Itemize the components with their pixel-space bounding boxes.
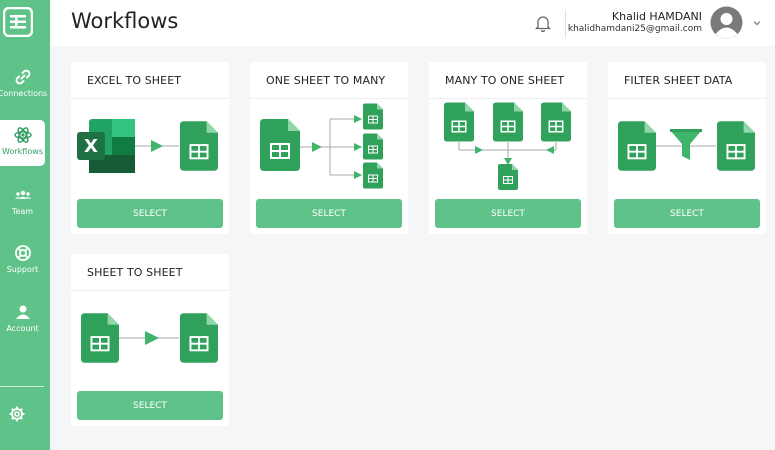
sidebar-item-label: Account [6,324,39,333]
user-name: Khalid HAMDANI [611,10,702,23]
card-divider [250,98,408,99]
select-button[interactable]: SELECT [256,199,402,228]
card-title: SHEET TO SHEET [87,266,183,279]
select-button[interactable]: SELECT [77,199,223,228]
google-sheet-icon [618,121,656,171]
google-sheet-icon [444,102,474,142]
select-button[interactable]: SELECT [77,391,223,420]
card-divider [71,98,229,99]
link-icon [15,69,30,85]
filter-funnel-icon [670,129,702,160]
google-sheet-icon [493,102,523,142]
card-title: MANY TO ONE SHEET [445,74,565,87]
page-title: Workflows [71,9,179,33]
header-divider [565,10,566,38]
sidebar-item-label: Team [11,207,34,216]
google-sheet-icon [363,162,383,189]
google-sheet-icon [363,133,383,160]
workflow-card-filter-sheet-data: FILTER SHEET DATA SELECT [608,62,766,234]
sidebar-item-label: Support [6,265,39,274]
gear-icon[interactable] [8,405,26,423]
user-email: khalidhamdani25@gmail.com [567,24,702,34]
one-sheet-to-many-illustration [260,103,383,189]
card-title: EXCEL TO SHEET [87,74,182,87]
top-header: Workflows Khalid HAMDANI khalidhamdani25… [50,0,775,46]
many-to-one-sheet-illustration [444,102,571,190]
sidebar-item-workflows[interactable]: Workflows [0,120,45,166]
sidebar: Connections Workflows Team Support Accou… [0,0,50,450]
google-sheet-icon [180,121,218,171]
card-divider [71,290,229,291]
sidebar-item-team[interactable]: Team [0,180,45,226]
sidebar-item-label: Connections [0,89,48,98]
workflow-card-many-to-one-sheet: MANY TO ONE SHEET SELECT [429,62,587,234]
card-divider [608,98,766,99]
team-icon [14,190,31,199]
support-icon [14,245,31,261]
app-logo-icon[interactable] [3,7,33,37]
google-sheet-icon [180,313,218,363]
google-sheet-icon [81,313,119,363]
chevron-down-icon[interactable] [752,18,762,28]
avatar[interactable] [710,6,743,39]
workflow-card-sheet-to-sheet: SHEET TO SHEET SELECT [71,254,229,426]
notification-bell-icon[interactable] [534,14,552,32]
sidebar-divider [0,386,44,387]
workflow-card-excel-to-sheet: EXCEL TO SHEET X SELECT [71,62,229,234]
user-icon [15,305,30,319]
google-sheet-icon [717,121,755,171]
card-divider [429,98,587,99]
card-title: FILTER SHEET DATA [624,74,733,87]
sheet-to-sheet-illustration [81,313,218,363]
filter-sheet-data-illustration [618,121,755,171]
google-sheet-icon [363,103,383,130]
sidebar-item-support[interactable]: Support [0,238,45,284]
google-sheet-icon [541,102,571,142]
workflow-card-one-sheet-to-many: ONE SHEET TO MANY SELECT [250,62,408,234]
google-sheet-icon [498,164,518,190]
select-button[interactable]: SELECT [435,199,581,228]
sidebar-item-connections[interactable]: Connections [0,62,48,108]
select-button[interactable]: SELECT [614,199,760,228]
excel-icon: X [77,119,135,173]
sidebar-item-label: Workflows [2,147,43,156]
atom-icon [13,127,32,143]
google-sheet-icon [260,119,300,171]
card-title: ONE SHEET TO MANY [266,74,386,87]
sidebar-item-account[interactable]: Account [0,297,45,343]
excel-to-sheet-illustration: X [77,119,218,173]
svg-text:X: X [84,136,98,157]
